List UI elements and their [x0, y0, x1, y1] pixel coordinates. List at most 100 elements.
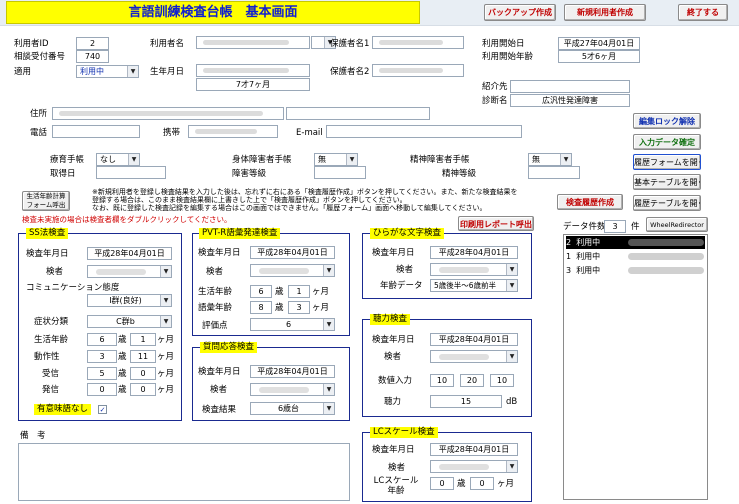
ss-date-field[interactable]: 平成28年04月01日: [87, 247, 172, 260]
ss-send-y[interactable]: 0: [87, 383, 117, 396]
ss-motion-y[interactable]: 3: [87, 350, 117, 363]
referral-field[interactable]: [510, 80, 630, 93]
ss-send-m[interactable]: 0: [130, 383, 156, 396]
ss-symptom-label: 症状分類: [34, 317, 69, 327]
qa-examiner-label: 検者: [210, 385, 228, 395]
mobile-field[interactable]: [188, 125, 278, 138]
print-report-button[interactable]: 印刷用レポート呼出: [458, 216, 534, 231]
hearing-examiner-select[interactable]: ▼: [430, 350, 518, 363]
hearing-value-2[interactable]: 20: [460, 374, 484, 387]
open-base-table-button[interactable]: 基本テーブルを開く: [633, 174, 701, 190]
guardian1-field[interactable]: [372, 36, 464, 49]
email-field[interactable]: [326, 125, 522, 138]
ss-receive-y[interactable]: 5: [87, 367, 117, 380]
hearing-result-field: 15: [430, 395, 502, 408]
hearing-date-field[interactable]: 平成28年04月01日: [430, 333, 518, 346]
note-line-2: 登録する場合は、このまま検査結果欄に上書きした上で「検査履歴作成」ボタンを押して…: [92, 196, 407, 204]
hearing-unit: dB: [506, 397, 518, 407]
pvt-vocab-age-m[interactable]: 3: [288, 301, 310, 314]
address-field[interactable]: [52, 107, 284, 120]
ss-motion-m[interactable]: 11: [130, 350, 156, 363]
ss-life-age-m[interactable]: 1: [130, 333, 156, 346]
guardian2-field[interactable]: [372, 64, 464, 77]
history-list[interactable]: 2 利用中 1 利用中 3 利用中: [563, 234, 708, 500]
chevron-down-icon: ▼: [323, 265, 334, 276]
acquired-field[interactable]: [96, 166, 166, 179]
guardian1-label: 保護者名1: [330, 39, 370, 49]
open-history-table-button[interactable]: 履歴テーブルを開く: [633, 195, 701, 211]
lc-examiner-select[interactable]: ▼: [430, 460, 518, 473]
hearing-value-3[interactable]: 10: [490, 374, 514, 387]
backup-button[interactable]: バックアップ作成: [484, 4, 556, 21]
lc-date-field[interactable]: 平成28年04月01日: [430, 443, 518, 456]
user-id-field[interactable]: 2: [76, 37, 109, 50]
lc-age-y[interactable]: 0: [430, 477, 454, 490]
rehab-select[interactable]: なし ▼: [96, 153, 140, 166]
ss-receive-m[interactable]: 0: [130, 367, 156, 380]
mental-grade-field[interactable]: [528, 166, 580, 179]
ss-life-age-y[interactable]: 6: [87, 333, 117, 346]
ss-symptom-select[interactable]: C群b ▼: [87, 315, 172, 328]
mental-select[interactable]: 無 ▼: [528, 153, 572, 166]
pvt-score-select[interactable]: 6 ▼: [250, 318, 335, 331]
user-id-label: 利用者ID: [14, 39, 49, 49]
qa-examiner-select[interactable]: ▼: [250, 383, 335, 396]
phone-field[interactable]: [52, 125, 140, 138]
chevron-down-icon: ▼: [560, 154, 571, 165]
ss-symptom-value: C群b: [116, 317, 135, 326]
pvt-score-label: 評価点: [202, 321, 228, 331]
disability-grade-field[interactable]: [314, 166, 366, 179]
chevron-down-icon: ▼: [160, 295, 171, 306]
open-history-form-button[interactable]: 履歴フォームを開く: [633, 154, 701, 170]
remarks-field[interactable]: [18, 443, 350, 501]
pvt-examiner-select[interactable]: ▼: [250, 264, 335, 277]
lc-age-m[interactable]: 0: [470, 477, 494, 490]
history-row-status: 利用中: [576, 266, 601, 275]
calc-form-button[interactable]: 生活年齢計算 フォーム呼出: [22, 191, 70, 211]
ss-meaningful-checkbox[interactable]: ✓: [98, 405, 107, 414]
exit-button[interactable]: 終了する: [678, 4, 728, 21]
history-row[interactable]: 3 利用中: [566, 264, 705, 277]
ss-examiner-select[interactable]: ▼: [87, 265, 172, 278]
pvt-date-field[interactable]: 平成28年04月01日: [250, 246, 335, 259]
hearing-value-1[interactable]: 10: [430, 374, 454, 387]
new-user-button[interactable]: 新規利用者作成: [564, 4, 646, 21]
chevron-down-icon: ▼: [323, 403, 334, 414]
qa-result-select[interactable]: 6歳台 ▼: [250, 402, 335, 415]
ss-life-age-y-unit: 歳: [118, 335, 127, 345]
history-row[interactable]: 2 利用中: [566, 236, 705, 249]
hearing-date-label: 検査年月日: [372, 335, 415, 345]
pvt-vocab-age-y[interactable]: 8: [250, 301, 272, 314]
history-count-unit: 件: [631, 222, 640, 232]
age-field: 7才7ヶ月: [196, 78, 310, 91]
pvt-life-age-m[interactable]: 1: [288, 285, 310, 298]
user-name-field[interactable]: [196, 36, 310, 49]
address-field-2[interactable]: [286, 107, 430, 120]
history-row[interactable]: 1 利用中: [566, 250, 705, 263]
chevron-down-icon: ▼: [506, 351, 517, 362]
applied-select[interactable]: 利用中 ▼: [76, 65, 139, 78]
edit-unlock-button[interactable]: 編集ロック解除: [633, 113, 701, 129]
consult-no-field[interactable]: 740: [76, 50, 109, 63]
lc-examiner-label: 検者: [388, 463, 406, 473]
dob-field[interactable]: [196, 64, 310, 77]
lc-age-m-unit: ヶ月: [497, 479, 515, 489]
diagnosis-field[interactable]: 広汎性発達障害: [510, 94, 630, 107]
pvt-life-age-y[interactable]: 6: [250, 285, 272, 298]
ss-comm-select[interactable]: Ⅰ群(良好) ▼: [87, 294, 172, 307]
hiragana-examiner-select[interactable]: ▼: [430, 263, 518, 276]
ss-receive-m-unit: ヶ月: [157, 369, 175, 379]
ss-send-y-unit: 歳: [118, 385, 127, 395]
hiragana-age-data-select[interactable]: 5歳後半～6歳前半 ▼: [430, 279, 518, 292]
ss-date-label: 検査年月日: [26, 249, 69, 259]
address-label: 住所: [30, 109, 48, 119]
wheel-redirector-button[interactable]: WheelRedirector: [646, 217, 708, 232]
hiragana-date-field[interactable]: 平成28年04月01日: [430, 246, 518, 259]
physical-select[interactable]: 無 ▼: [314, 153, 358, 166]
start-date-field[interactable]: 平成27年04月01日: [558, 37, 640, 50]
qa-date-field[interactable]: 平成28年04月01日: [250, 365, 335, 378]
ss-send-label: 発信: [42, 385, 60, 395]
confirm-input-button[interactable]: 入力データ確定: [633, 134, 701, 150]
history-create-button[interactable]: 検査履歴作成: [557, 194, 623, 210]
lc-age-label: LCスケール 年齢: [373, 476, 419, 496]
